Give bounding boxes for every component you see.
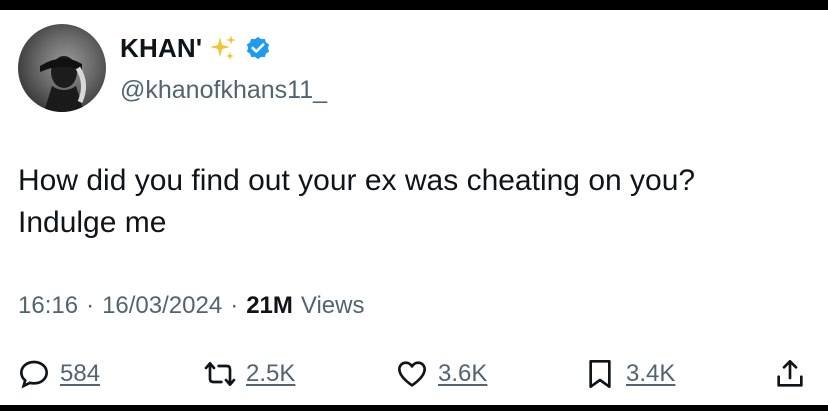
tweet-card: KHAN' @khanofkhans11_ How did you find o… [0, 10, 828, 405]
views-count: 21M [246, 292, 293, 319]
reply-button[interactable]: 584 [18, 358, 100, 390]
bookmark-count: 3.4K [626, 360, 676, 387]
tweet-meta: 16:16 · 16/03/2024 · 21M Views [18, 292, 364, 320]
share-upload-icon [777, 360, 803, 387]
reply-count: 584 [60, 360, 101, 387]
like-count: 3.6K [438, 360, 488, 387]
repost-arrows-icon [204, 362, 236, 386]
views-label: Views [300, 292, 365, 319]
comment-bubble-icon [19, 360, 49, 389]
author-display-name[interactable]: KHAN' [120, 33, 202, 64]
verified-badge-icon[interactable] [244, 34, 272, 62]
action-bar: 584 2.5K 3.6K 3.4K [18, 358, 808, 394]
meta-separator: · [230, 292, 239, 319]
bookmark-icon [589, 360, 611, 388]
author-name-row: KHAN' [120, 32, 272, 64]
tweet-date[interactable]: 16/03/2024 [102, 292, 222, 320]
sparkles-icon [210, 35, 237, 60]
heart-icon [398, 361, 426, 387]
repost-count: 2.5K [246, 360, 296, 387]
avatar[interactable] [18, 24, 106, 112]
tweet-time[interactable]: 16:16 [18, 292, 78, 320]
tweet-text: How did you find out your ex was cheatin… [18, 160, 808, 244]
like-button[interactable]: 3.6K [396, 358, 487, 390]
share-button[interactable] [774, 358, 806, 390]
bookmark-button[interactable]: 3.4K [584, 358, 675, 390]
tweet-text-line: How did you find out your ex was cheatin… [18, 164, 696, 197]
repost-button[interactable]: 2.5K [204, 358, 295, 390]
meta-separator: · [86, 292, 95, 319]
author-handle[interactable]: @khanofkhans11_ [120, 76, 327, 105]
avatar-image [40, 56, 86, 112]
tweet-text-line: Indulge me [18, 206, 167, 239]
